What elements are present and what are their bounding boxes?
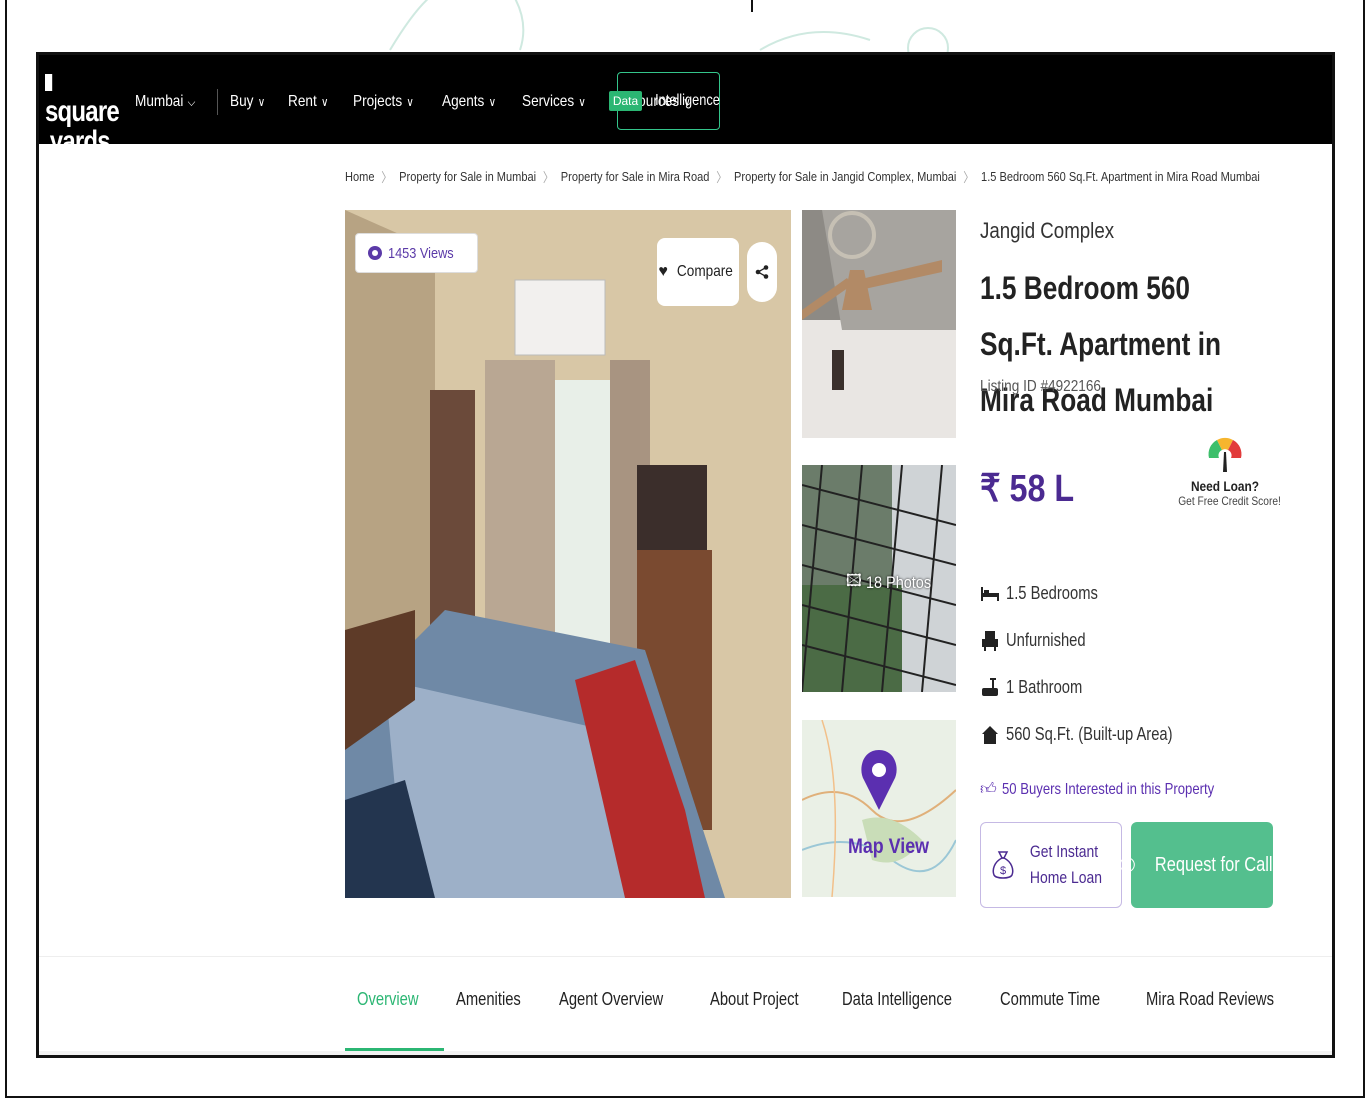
photo-count-label[interactable]: 🖾 18 Photos — [846, 568, 931, 597]
phone-icon: ✆ — [1118, 854, 1136, 877]
bed-icon — [980, 586, 1000, 601]
top-navbar: square yards Mumbai ⌵ Buy ∨ Rent ∨ Projects… — [39, 55, 1332, 157]
tab-amenities[interactable]: Amenities — [444, 977, 547, 1051]
feature-bathrooms: 1 Bathroom — [980, 664, 1209, 711]
nav-item-services[interactable]: Services ∨ — [522, 93, 586, 111]
main-property-photo[interactable]: 1453 Views ♥ Compare — [345, 210, 791, 898]
feature-furnishing: Unfurnished — [980, 617, 1209, 664]
heart-icon: ♥ — [658, 263, 668, 280]
browser-viewport: square yards Mumbai ⌵ Buy ∨ Rent ∨ Projects… — [36, 52, 1335, 1058]
need-loan-subtitle: Get Free Credit Score! — [1178, 494, 1281, 508]
nav-item-mumbai[interactable]: Mumbai ⌵ — [135, 93, 195, 111]
money-bag-icon: $ — [992, 851, 1014, 879]
breadcrumb-separator-icon: 〉 — [963, 170, 975, 185]
ceiling-fan-photo — [802, 210, 956, 438]
breadcrumb-jangid-complex[interactable]: Property for Sale in Jangid Complex, Mum… — [734, 169, 956, 184]
tab-agent-overview[interactable]: Agent Overview — [547, 977, 698, 1051]
listing-id: Listing ID #4922166 — [980, 378, 1101, 395]
breadcrumb-separator-icon: 〉 — [542, 170, 554, 185]
share-button[interactable] — [747, 242, 777, 302]
page-footer-edge — [39, 1051, 1332, 1055]
svg-text:$: $ — [1000, 865, 1006, 877]
tab-data-intelligence[interactable]: Data Intelligence — [830, 977, 988, 1051]
feature-bedrooms: 1.5 Bedrooms — [980, 570, 1209, 617]
chevron-down-icon: ⌵ — [187, 94, 196, 109]
price: ₹ 58 L — [980, 468, 1075, 510]
breadcrumb: Home 〉 Property for Sale in Mumbai 〉 Prope… — [345, 167, 1260, 186]
map-view-label: Map View — [848, 835, 930, 858]
request-call-button[interactable]: ✆ Request for Call — [1119, 822, 1273, 908]
tab-overview[interactable]: Overview — [345, 977, 445, 1051]
square-yards-logo[interactable]: square yards — [45, 67, 120, 157]
breadcrumb-mira-road[interactable]: Property for Sale in Mira Road — [561, 169, 710, 184]
breadcrumb-separator-icon: 〉 — [716, 170, 728, 185]
map-view-thumbnail[interactable]: Map View — [802, 720, 956, 897]
chevron-down-icon: ∨ — [488, 95, 496, 109]
tab-mira-road-reviews[interactable]: Mira Road Reviews — [1134, 977, 1314, 1051]
nav-item-buy[interactable]: Buy ∨ — [230, 93, 265, 111]
data-tag: Data — [608, 91, 643, 111]
data-intelligence-button[interactable]: Data Intelligence — [608, 72, 721, 130]
chevron-down-icon: ∨ — [406, 95, 414, 109]
thumbs-up-icon: 👍︎ — [980, 781, 997, 798]
bedroom-photo-illustration — [345, 210, 791, 898]
breadcrumb-current: 1.5 Bedroom 560 Sq.Ft. Apartment in Mira… — [981, 169, 1260, 184]
chevron-down-icon: ∨ — [321, 95, 329, 109]
nav-item-projects[interactable]: Projects ∨ — [353, 93, 414, 111]
thumbnail-window-grill[interactable]: 🖾 18 Photos — [802, 465, 956, 692]
armchair-icon — [980, 630, 1000, 651]
nav-item-rent[interactable]: Rent ∨ — [288, 93, 328, 111]
nav-item-agents[interactable]: Agents ∨ — [442, 93, 496, 111]
project-name[interactable]: Jangid Complex — [980, 218, 1114, 244]
need-loan-title: Need Loan? — [1190, 478, 1260, 494]
need-loan-widget[interactable]: Need Loan? Get Free Credit Score! — [1170, 428, 1281, 508]
get-home-loan-button[interactable]: $ Get Instant Home Loan — [980, 822, 1122, 908]
home-icon — [980, 725, 1000, 744]
views-badge: 1453 Views — [355, 233, 479, 273]
breadcrumb-separator-icon: 〉 — [381, 170, 393, 185]
thumbnail-ceiling-fan[interactable] — [802, 210, 956, 438]
compare-button[interactable]: ♥ Compare — [657, 238, 739, 306]
map-illustration — [802, 720, 956, 897]
gallery-icon: 🖾 — [846, 571, 862, 590]
breadcrumb-mumbai[interactable]: Property for Sale in Mumbai — [399, 169, 536, 184]
nav-divider — [217, 89, 219, 115]
tab-about-project[interactable]: About Project — [698, 977, 830, 1051]
bathtub-icon — [980, 677, 1000, 698]
data-intelligence-label: Intelligence — [655, 92, 721, 109]
chevron-down-icon: ∨ — [578, 95, 587, 109]
tabs-divider — [39, 956, 1332, 957]
chevron-down-icon: ∨ — [257, 95, 266, 109]
feature-area: 560 Sq.Ft. (Built-up Area) — [980, 711, 1209, 758]
credit-gauge-icon — [1208, 437, 1242, 472]
eye-icon — [368, 246, 382, 260]
listing-title: 1.5 Bedroom 560 Sq.Ft. Apartment in Mira… — [980, 270, 1222, 418]
section-tabs: Overview Amenities Agent Overview About … — [345, 977, 1314, 1051]
share-icon — [755, 265, 769, 279]
feature-list: 1.5 Bedrooms Unfurnished 1 Bathroom 560 … — [980, 570, 1209, 758]
tab-commute-time[interactable]: Commute Time — [988, 977, 1134, 1051]
breadcrumb-home[interactable]: Home — [345, 169, 374, 184]
background-watermark — [389, 0, 949, 60]
buyers-interested: 👍︎ 50 Buyers Interested in this Property — [980, 780, 1214, 799]
